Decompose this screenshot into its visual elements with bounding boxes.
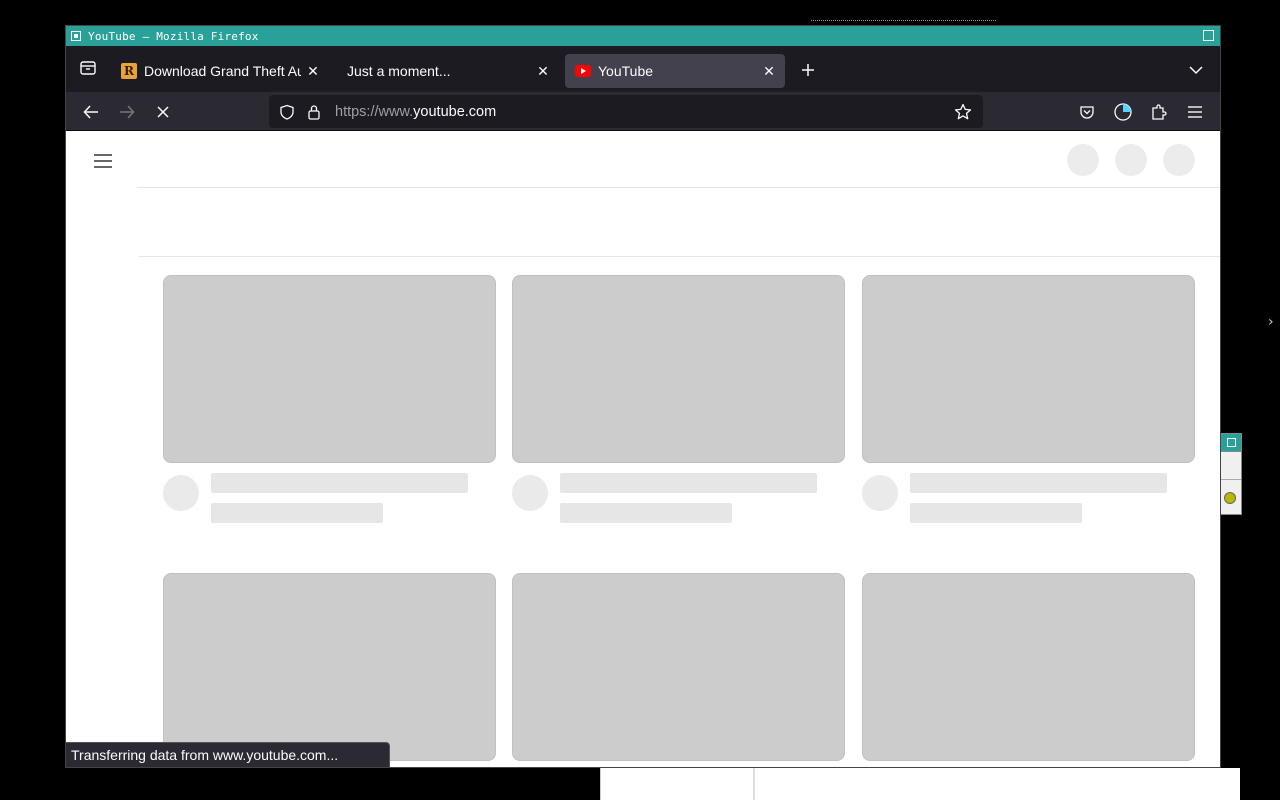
header-placeholder-avatar [1163,144,1195,176]
meta-line-skeleton [211,503,383,523]
bookmark-star-button[interactable] [949,98,977,126]
video-thumbnail-skeleton [512,573,845,761]
header-placeholder-button [1115,144,1147,176]
navigation-toolbar: https://www.youtube.com [66,92,1220,131]
header-placeholder-button [1067,144,1099,176]
channel-avatar-skeleton [512,475,548,511]
plus-icon [802,64,814,76]
account-button[interactable] [1108,97,1138,127]
star-icon [954,103,972,119]
dock-header [1221,434,1241,452]
maximize-icon[interactable] [1203,30,1214,41]
tab-just-a-moment[interactable]: Just a moment... ✕ [337,54,559,88]
page-content [66,131,1220,767]
meta-line-skeleton [910,503,1082,523]
firefox-view-icon [80,61,96,75]
extensions-button[interactable] [1144,97,1174,127]
dock-slot [1221,452,1241,480]
tab-bar: R Download Grand Theft Auto ✕ Just a mom… [66,46,1220,92]
status-panel: Transferring data from www.youtube.com..… [66,742,390,767]
firefox-window: YouTube — Mozilla Firefox R Download Gra… [65,25,1221,768]
close-tab-icon[interactable]: ✕ [301,59,325,83]
url-domain: youtube.com [413,103,497,120]
video-thumbnail-skeleton [862,573,1195,761]
tab-label: YouTube [598,63,654,79]
hamburger-menu-icon [94,154,112,168]
chips-divider [139,256,1220,257]
background-window [600,768,1240,800]
header-divider [137,187,1220,188]
rockstar-r-icon: R [121,63,137,79]
dock-status-icon[interactable] [1224,492,1236,504]
tracking-protection-button[interactable] [275,100,299,124]
video-thumbnail-skeleton [862,275,1195,463]
hamburger-menu-icon [1188,106,1202,118]
arrow-left-icon [83,105,98,119]
video-thumbnail-skeleton [163,275,496,463]
wm-titlebar[interactable]: YouTube — Mozilla Firefox [66,26,1220,46]
forward-button[interactable] [112,97,142,127]
chevron-down-icon [1189,66,1203,75]
side-dock-widget[interactable] [1220,433,1242,515]
title-line-skeleton [560,473,817,493]
tab-youtube[interactable]: YouTube ✕ [565,54,785,88]
list-all-tabs-button[interactable] [1182,56,1210,84]
dock-maximize-icon [1226,438,1236,447]
title-line-skeleton [211,473,468,493]
background-divider [753,768,755,800]
edge-chevron-icon: › [1268,314,1274,330]
url-text[interactable]: https://www.youtube.com [335,104,949,120]
url-prefix: https://www. [335,103,414,120]
meta-line-skeleton [560,503,732,523]
pocket-icon [1080,106,1094,119]
site-info-button[interactable] [303,100,325,124]
video-thumbnail-skeleton [163,573,496,761]
close-icon [157,106,169,118]
firefox-view-button[interactable] [74,54,102,82]
tab-label: Just a moment... [347,63,451,79]
close-tab-icon[interactable]: ✕ [757,59,781,83]
background-window-edge [811,20,996,22]
url-bar[interactable]: https://www.youtube.com [269,95,983,128]
close-tab-icon[interactable]: ✕ [531,59,555,83]
tab-grand-theft-auto[interactable]: R Download Grand Theft Auto ✕ [111,54,329,88]
arrow-right-icon [120,105,135,119]
new-tab-button[interactable] [794,56,822,84]
window-title: YouTube — Mozilla Firefox [88,29,259,43]
shield-icon [280,104,294,120]
lock-icon [308,104,320,120]
desktop: › YouTube — Mozilla Firefox R Download G… [0,0,1280,800]
channel-avatar-skeleton [862,475,898,511]
stop-button[interactable] [148,97,178,127]
pocket-button[interactable] [1072,97,1102,127]
window-menu-icon[interactable] [71,31,81,41]
app-menu-button[interactable] [1180,97,1210,127]
puzzle-icon [1152,104,1167,120]
guide-menu-button[interactable] [91,149,115,173]
channel-avatar-skeleton [163,475,199,511]
account-icon [1114,103,1132,121]
tab-label: Download Grand Theft Auto [144,63,301,79]
back-button[interactable] [76,97,106,127]
youtube-icon [575,63,591,79]
title-line-skeleton [910,473,1167,493]
video-thumbnail-skeleton [512,275,845,463]
